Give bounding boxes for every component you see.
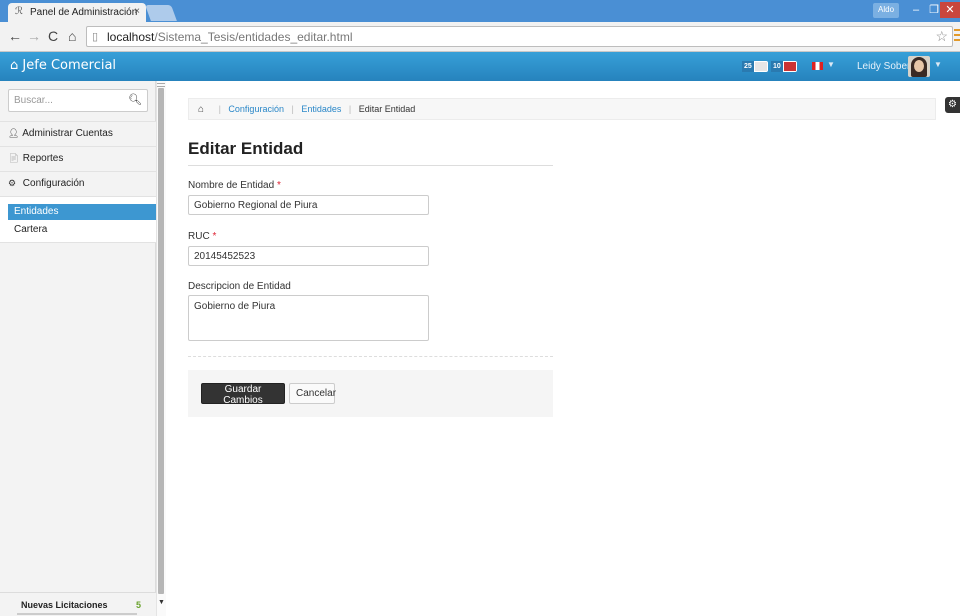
sidebar-item-label: Reportes: [22, 153, 64, 164]
chevron-down-icon[interactable]: ▼: [827, 60, 835, 69]
title-divider: [188, 165, 553, 166]
browser-titlebar: ℛ Panel de Administración × Aldo ‒ ❐ ✕: [0, 0, 960, 22]
home-icon[interactable]: ⌂: [198, 104, 204, 115]
bookmark-star-icon[interactable]: ☆: [935, 28, 948, 45]
sidebar-search: 🔍︎: [8, 89, 148, 112]
form-actions: Guardar Cambios Cancelar: [188, 370, 553, 417]
new-tab-button[interactable]: [145, 5, 177, 21]
scroll-down-icon[interactable]: ▼: [157, 599, 166, 606]
field-label-text: Descripcion de Entidad: [188, 281, 291, 292]
breadcrumb-separator: |: [348, 104, 352, 114]
favicon-icon: ℛ: [15, 6, 23, 17]
search-input[interactable]: [8, 89, 148, 112]
sidebar-item-administrar-cuentas[interactable]: 👤︎ Administrar Cuentas: [0, 121, 156, 146]
sidebar-subitem-entidades[interactable]: Entidades: [8, 204, 156, 220]
nombre-entidad-input[interactable]: [188, 195, 429, 215]
nuevas-licitaciones-label: Nuevas Licitaciones: [21, 600, 108, 610]
browser-toolbar: ← → C ⌂ ▯ localhost/Sistema_Tesis/entida…: [0, 22, 960, 52]
scrollbar-thumb[interactable]: [158, 88, 164, 594]
sidebar: 🔍︎ 👤︎ Administrar Cuentas 📄︎ Reportes ⚙ …: [0, 81, 156, 616]
calendar-badge-2[interactable]: 10: [771, 61, 797, 72]
descripcion-entidad-textarea[interactable]: Gobierno de Piura: [188, 295, 429, 341]
nombre-entidad-label: Nombre de Entidad *: [188, 180, 281, 191]
document-icon: 📄︎: [8, 153, 20, 163]
required-marker: *: [212, 231, 217, 242]
sidebar-subitem-cartera[interactable]: Cartera: [8, 222, 156, 238]
scrollbar-grip[interactable]: [157, 83, 165, 87]
user-icon: 👤︎: [8, 128, 20, 138]
address-bar[interactable]: ▯ localhost/Sistema_Tesis/entidades_edit…: [86, 26, 953, 47]
progress-bar: [17, 613, 137, 615]
sidebar-item-configuracion[interactable]: ⚙ Configuración: [0, 171, 156, 196]
ruc-label: RUC *: [188, 231, 216, 242]
configuracion-submenu: Entidades Cartera: [0, 196, 156, 243]
home-icon[interactable]: ⌂: [68, 28, 76, 44]
avatar[interactable]: [908, 56, 930, 77]
save-button[interactable]: Guardar Cambios: [201, 383, 285, 406]
browser-menu-icon[interactable]: [954, 29, 960, 43]
browser-tab[interactable]: ℛ Panel de Administración ×: [8, 3, 146, 22]
breadcrumb-entidades[interactable]: Entidades: [301, 104, 341, 114]
url-host: localhost: [107, 30, 155, 44]
url-path: /Sistema_Tesis/entidades_editar.html: [154, 30, 353, 44]
form-divider: [188, 356, 553, 357]
breadcrumb: ⌂ | Configuración | Entidades | Editar E…: [188, 98, 936, 120]
tab-close-icon[interactable]: ×: [134, 6, 140, 17]
settings-gear-icon[interactable]: ⚙: [945, 97, 960, 113]
calendar-icon: [783, 62, 796, 71]
tab-title: Panel de Administración: [30, 7, 138, 18]
peru-flag-icon[interactable]: [812, 62, 823, 70]
back-arrow-icon[interactable]: ←: [8, 28, 22, 44]
avatar-face: [914, 60, 924, 72]
app-navbar: ⌂ Jefe Comercial 25 10 ▼ Leidy Soberón ▼: [0, 52, 960, 81]
breadcrumb-current: Editar Entidad: [358, 104, 416, 114]
descripcion-entidad-label: Descripcion de Entidad: [188, 281, 291, 292]
page-icon: ▯: [92, 31, 99, 43]
brand-link[interactable]: ⌂ Jefe Comercial: [10, 58, 116, 73]
sidebar-footer: Nuevas Licitaciones 5: [0, 592, 156, 616]
chevron-down-icon[interactable]: ▼: [934, 60, 942, 69]
required-marker: *: [276, 180, 281, 191]
nuevas-licitaciones-count: 5: [136, 600, 142, 610]
home-icon: ⌂: [10, 58, 19, 73]
cancel-button[interactable]: Cancelar: [289, 383, 336, 404]
sidebar-item-reportes[interactable]: 📄︎ Reportes: [0, 146, 156, 171]
gear-icon: ⚙: [8, 178, 17, 188]
field-label-text: Nombre de Entidad: [188, 180, 275, 191]
brand-label: Jefe Comercial: [22, 58, 117, 73]
badge-count: 25: [742, 61, 754, 72]
forward-arrow-icon[interactable]: →: [27, 28, 41, 44]
breadcrumb-configuracion[interactable]: Configuración: [228, 104, 284, 114]
calendar-icon: [754, 62, 767, 71]
badge-count: 10: [771, 61, 783, 72]
breadcrumb-separator: |: [291, 104, 294, 114]
sidebar-item-label: Administrar Cuentas: [22, 128, 113, 139]
calendar-badge-1[interactable]: 25: [742, 61, 768, 72]
minimize-icon[interactable]: ‒: [906, 2, 926, 18]
page-title: Editar Entidad: [188, 139, 304, 158]
search-icon[interactable]: 🔍︎: [128, 93, 142, 106]
close-window-icon[interactable]: ✕: [940, 2, 960, 18]
reload-icon[interactable]: C: [48, 28, 58, 44]
window-user-badge: Aldo: [873, 3, 900, 18]
field-label-text: RUC: [188, 231, 210, 242]
breadcrumb-separator: |: [218, 104, 221, 114]
sidebar-item-label: Configuración: [22, 178, 85, 189]
ruc-input[interactable]: [188, 246, 429, 266]
